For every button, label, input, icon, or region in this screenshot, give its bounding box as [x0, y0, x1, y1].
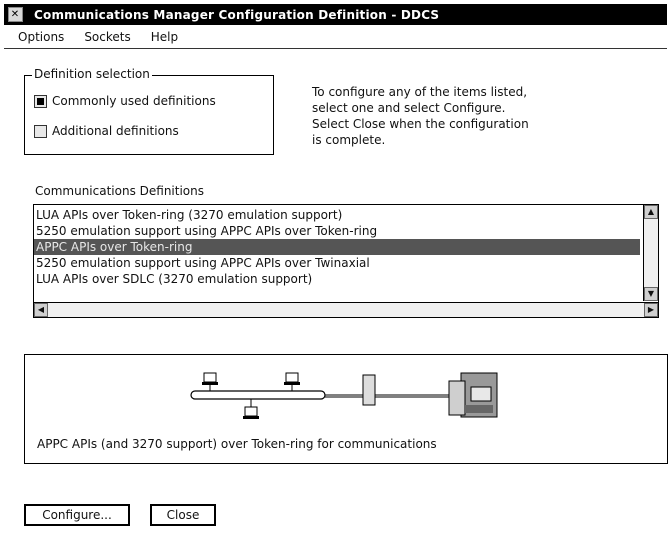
token-ring-icon — [190, 390, 363, 400]
list-item[interactable]: 5250 emulation support using APPC APIs o… — [34, 255, 640, 271]
instruction-text: To configure any of the items listed, se… — [312, 85, 529, 147]
description-text: APPC APIs (and 3270 support) over Token-… — [37, 437, 437, 451]
window-title: Communications Manager Configuration Def… — [34, 7, 440, 22]
menu-bar: Options Sockets Help — [4, 26, 667, 49]
list-item[interactable]: LUA APIs over SDLC (3270 emulation suppo… — [34, 271, 640, 287]
gateway-icon — [362, 374, 449, 406]
system-menu-button[interactable]: ✕ — [4, 4, 26, 25]
list-item[interactable]: 5250 emulation support using APPC APIs o… — [34, 223, 640, 239]
scroll-down-icon[interactable]: ▼ — [644, 287, 658, 301]
host-computer-icon — [448, 372, 498, 418]
list-item[interactable]: LUA APIs over Token-ring (3270 emulation… — [34, 207, 640, 223]
menu-options[interactable]: Options — [18, 30, 64, 44]
definition-selection-group — [24, 75, 274, 155]
definitions-listbox[interactable]: LUA APIs over Token-ring (3270 emulation… — [33, 204, 659, 318]
workstation-icon-1 — [202, 372, 218, 391]
definitions-list: LUA APIs over Token-ring (3270 emulation… — [34, 207, 640, 287]
radio-additional-label: Additional definitions — [52, 124, 179, 138]
workstation-icon-3 — [243, 399, 259, 419]
menu-sockets[interactable]: Sockets — [84, 30, 130, 44]
radio-additional[interactable]: Additional definitions — [34, 124, 179, 138]
title-bar[interactable]: ✕ Communications Manager Configuration D… — [4, 4, 667, 25]
definitions-label: Communications Definitions — [35, 184, 205, 198]
close-icon: ✕ — [7, 7, 23, 22]
radio-selected-icon[interactable] — [34, 94, 47, 108]
menu-help[interactable]: Help — [151, 30, 178, 44]
vertical-scrollbar[interactable]: ▲ ▼ — [643, 205, 658, 301]
definition-selection-label: Definition selection — [32, 67, 152, 81]
radio-commonly-used[interactable]: Commonly used definitions — [34, 94, 216, 108]
scroll-right-icon[interactable]: ▶ — [644, 303, 658, 317]
network-diagram-icon — [190, 372, 498, 419]
close-button[interactable]: Close — [150, 504, 216, 526]
scroll-up-icon[interactable]: ▲ — [644, 205, 658, 219]
scroll-left-icon[interactable]: ◀ — [34, 303, 48, 317]
workstation-icon-2 — [284, 372, 300, 391]
list-item-selected[interactable]: APPC APIs over Token-ring — [34, 239, 640, 255]
description-panel: APPC APIs (and 3270 support) over Token-… — [24, 354, 668, 464]
horizontal-scrollbar[interactable]: ◀ ▶ — [34, 302, 658, 317]
radio-commonly-used-label: Commonly used definitions — [52, 94, 216, 108]
radio-unselected-icon[interactable] — [34, 124, 47, 138]
configure-button[interactable]: Configure... — [24, 504, 130, 526]
